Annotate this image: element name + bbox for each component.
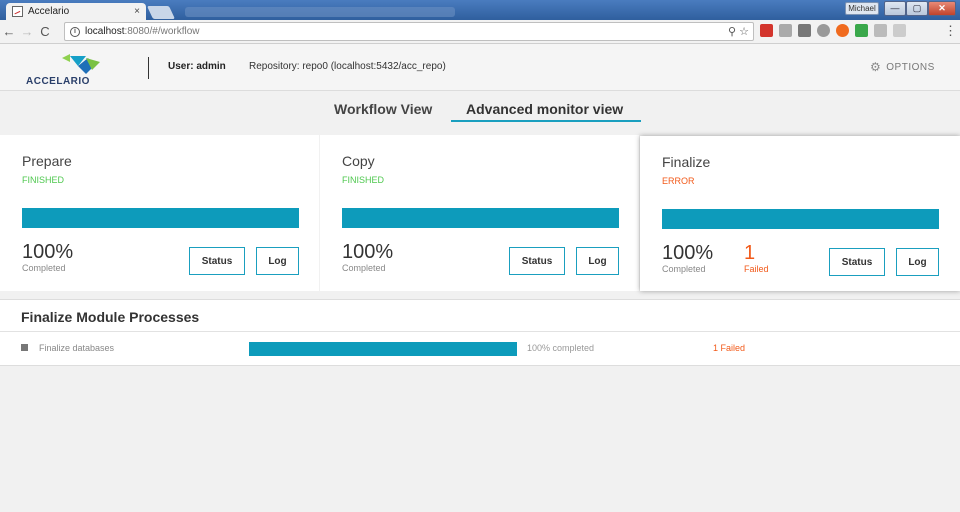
window-user-badge[interactable]: Michael (845, 2, 879, 15)
stage-progress-fill (342, 208, 619, 228)
stage-failed-count: 1 (744, 242, 756, 264)
log-button[interactable]: Log (256, 247, 299, 275)
extension-orange-icon[interactable] (836, 24, 849, 37)
stage-completed-label: Completed (342, 263, 386, 273)
stage-progress-fill (22, 208, 299, 228)
process-progress-fill (249, 342, 517, 356)
stage-failed-label: Failed (744, 264, 769, 274)
forward-arrow-icon[interactable]: → (18, 24, 36, 39)
window-close-button[interactable]: ✕ (928, 1, 956, 16)
stage-progress-fill (662, 209, 939, 229)
stage-completed-label: Completed (22, 263, 66, 273)
accelario-favicon-icon (12, 6, 23, 17)
stage-progress-bar (342, 208, 619, 228)
log-button[interactable]: Log (896, 248, 939, 276)
new-tab-button[interactable] (146, 6, 176, 19)
logo-arrows-icon (62, 54, 100, 74)
stage-status: ERROR (662, 176, 695, 186)
extension-green-icon[interactable] (855, 24, 868, 37)
tab-close-icon[interactable]: × (134, 6, 140, 17)
process-percent: 100% completed (527, 343, 595, 353)
bullet-square-icon (21, 344, 28, 351)
extension-skype-icon[interactable] (817, 24, 830, 37)
gear-icon: ⚙ (870, 60, 882, 74)
browser-tab-title: Accelario (28, 6, 70, 17)
status-button[interactable]: Status (189, 247, 245, 275)
accelario-logo[interactable]: ACCELARIO (26, 52, 126, 88)
stage-percent: 100% (342, 241, 394, 263)
stage-progress-bar (22, 208, 299, 228)
extension-shield-icon[interactable] (779, 24, 792, 37)
stage-card-prepare: Prepare FINISHED 100% Completed Status L… (0, 135, 319, 291)
module-processes-section: Finalize Module Processes Finalize datab… (0, 299, 960, 366)
options-label: OPTIONS (886, 61, 935, 73)
tab-workflow-view[interactable]: Workflow View (334, 101, 432, 117)
reload-icon[interactable]: C (36, 24, 54, 39)
app-header: ACCELARIO User: admin Repository: repo0 … (0, 44, 960, 91)
stage-title: Copy (342, 153, 375, 169)
stage-title: Finalize (662, 154, 711, 170)
section-title: Finalize Module Processes (21, 309, 200, 325)
repository-label: Repository: repo0 (localhost:5432/acc_re… (249, 61, 446, 72)
back-arrow-icon[interactable]: ← (0, 24, 18, 39)
extension-angular-icon[interactable] (893, 24, 906, 37)
window-minimize-button[interactable]: — (884, 1, 906, 16)
process-progress-bar (249, 342, 517, 356)
stage-card-copy: Copy FINISHED 100% Completed Status Log (320, 135, 639, 291)
process-name: Finalize databases (39, 343, 115, 353)
extensions-area (760, 24, 906, 37)
process-failed[interactable]: 1 Failed (713, 343, 745, 353)
window-maximize-button[interactable]: ▢ (906, 1, 928, 16)
stage-status: FINISHED (22, 175, 65, 185)
status-button[interactable]: Status (829, 248, 885, 276)
user-label: User: admin (168, 61, 226, 72)
stage-percent: 100% (662, 242, 714, 264)
browser-menu-icon[interactable]: ⋮ (944, 23, 957, 39)
url-host: localhost (85, 26, 125, 37)
view-tabs: Workflow View Advanced monitor view (0, 91, 960, 135)
logo-text: ACCELARIO (26, 76, 90, 87)
options-button[interactable]: ⚙ OPTIONS (870, 60, 935, 74)
stage-percent: 100% (22, 241, 74, 263)
browser-titlebar: Accelario × Michael — ▢ ✕ (0, 0, 960, 20)
stage-status: FINISHED (342, 175, 385, 185)
bookmark-star-icon[interactable]: ⚲ ☆ (728, 25, 749, 38)
stage-card-finalize: Finalize ERROR 100% Completed 1 Failed S… (640, 136, 960, 291)
log-button[interactable]: Log (576, 247, 619, 275)
blurred-tab-area (185, 7, 455, 17)
extension-red-icon[interactable] (760, 24, 773, 37)
url-path: :8080/#/workflow (124, 26, 200, 37)
extension-square-icon[interactable] (798, 24, 811, 37)
stage-title: Prepare (22, 153, 72, 169)
site-info-icon[interactable]: i (70, 26, 80, 37)
stage-cards: Prepare FINISHED 100% Completed Status L… (0, 135, 960, 292)
header-divider (148, 57, 149, 79)
status-button[interactable]: Status (509, 247, 565, 275)
address-bar[interactable]: i localhost:8080/#/workflow ⚲ ☆ (64, 22, 754, 41)
browser-toolbar: ← → C i localhost:8080/#/workflow ⚲ ☆ ⋮ (0, 20, 960, 44)
stage-progress-bar (662, 209, 939, 229)
browser-tab[interactable]: Accelario × (6, 3, 146, 20)
stage-completed-label: Completed (662, 264, 706, 274)
table-row[interactable]: Finalize databases 100% completed 1 Fail… (0, 332, 960, 366)
active-tab-underline (451, 120, 641, 122)
tab-advanced-monitor-view[interactable]: Advanced monitor view (466, 101, 623, 117)
extension-grey-icon[interactable] (874, 24, 887, 37)
